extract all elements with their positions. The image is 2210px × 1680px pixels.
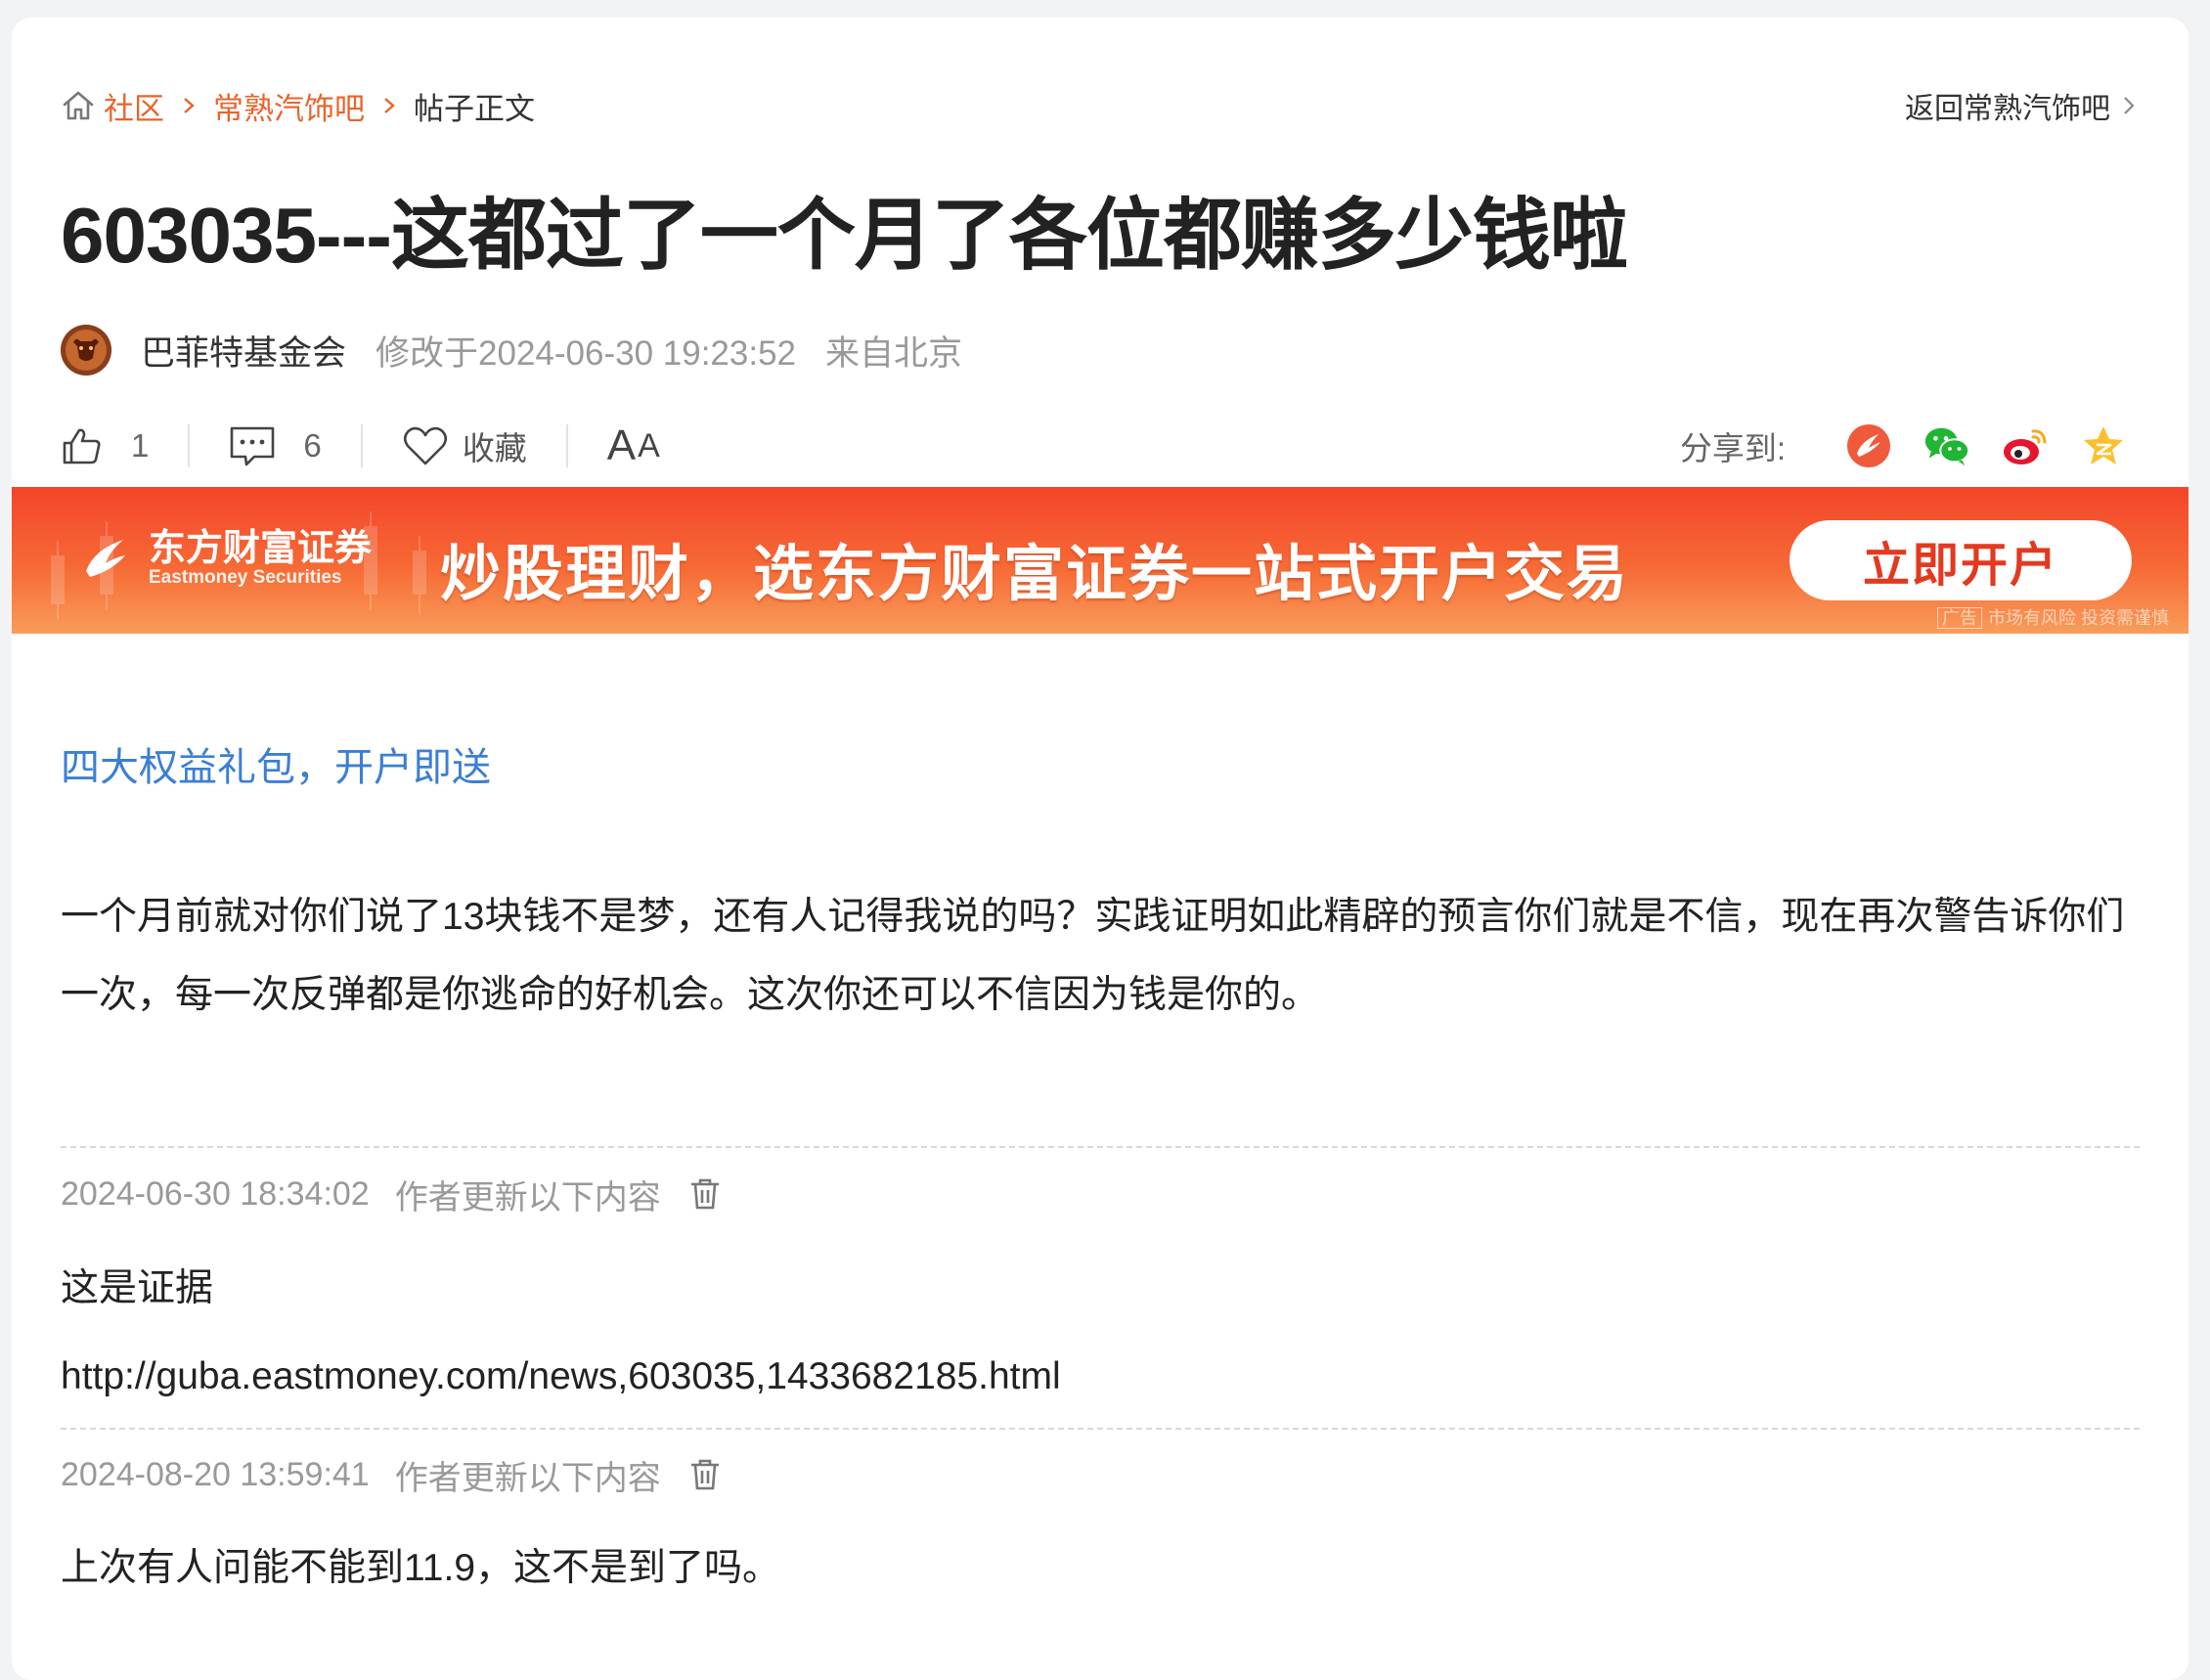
update-header: 2024-06-30 18:34:02 作者更新以下内容	[61, 1170, 722, 1218]
comment-icon	[229, 424, 276, 467]
ad-headline: 炒股理财，选东方财富证券一站式开户交易	[440, 541, 1630, 608]
comment-count: 6	[303, 427, 322, 464]
divider	[188, 424, 191, 467]
back-to-forum-link[interactable]: 返回常熟汽饰吧	[1905, 84, 2138, 127]
author-name[interactable]: 巴菲特基金会	[141, 326, 346, 376]
font-size-small-label: A	[638, 426, 662, 464]
favorite-label: 收藏	[462, 430, 527, 466]
post-meta: 巴菲特基金会 修改于2024-06-30 19:23:52 来自北京	[61, 323, 962, 377]
divider	[61, 1146, 2140, 1148]
promo-link[interactable]: 四大权益礼包，开户即送	[61, 735, 491, 792]
risk-notice-text: 市场有风险 投资需谨慎	[1988, 608, 2169, 628]
divider	[61, 1428, 2140, 1430]
brand-logo: 东方财富证券 Eastmoney Securities	[80, 528, 372, 589]
open-account-button[interactable]: 立即开户	[1790, 520, 2132, 600]
divider	[360, 424, 363, 467]
update-header: 2024-08-20 13:59:41 作者更新以下内容	[61, 1450, 722, 1499]
post-title: 603035---这都过了一个月了各位都赚多少钱啦	[61, 192, 1628, 279]
post-card: 社区 常熟汽饰吧 帖子正文 返回常熟汽饰吧 603035---这都过了一个月了各…	[12, 18, 2188, 1680]
qzone-icon[interactable]	[2079, 421, 2128, 470]
post-body: 一个月前就对你们说了13块钱不是梦，还有人记得我说的吗？实践证明如此精辟的预言你…	[61, 896, 2125, 1016]
like-count: 1	[131, 427, 150, 464]
post-location: 来自北京	[825, 333, 963, 373]
trash-icon[interactable]	[688, 1176, 722, 1212]
breadcrumb-forum[interactable]: 常熟汽饰吧	[213, 84, 365, 128]
wechat-icon[interactable]	[1923, 421, 1971, 470]
update-label: 作者更新以下内容	[394, 1459, 661, 1497]
action-bar: 1 6 收藏 AA	[61, 417, 662, 475]
home-icon[interactable]	[61, 88, 96, 123]
comment-button[interactable]: 6	[229, 424, 322, 467]
breadcrumb: 社区 常熟汽饰吧 帖子正文	[61, 84, 535, 127]
font-size-button[interactable]: AA	[607, 421, 662, 470]
brand-name-cn: 东方财富证券	[149, 525, 373, 569]
chevron-right-icon	[380, 97, 398, 114]
update-text: 上次有人问能不能到11.9，这不是到了吗。	[61, 1547, 781, 1589]
update-label: 作者更新以下内容	[394, 1178, 661, 1216]
favorite-button[interactable]: 收藏	[402, 422, 527, 469]
update-text: 这是证据	[61, 1267, 214, 1309]
weibo-icon[interactable]	[2001, 421, 2050, 470]
trash-icon[interactable]	[688, 1457, 722, 1492]
breadcrumb-community[interactable]: 社区	[104, 84, 164, 128]
breadcrumb-current: 帖子正文	[414, 91, 535, 126]
divider	[565, 424, 568, 467]
risk-notice: 广告 市场有风险 投资需谨慎	[1937, 604, 2169, 630]
update-link[interactable]: http://guba.eastmoney.com/news,603035,14…	[61, 1355, 1061, 1398]
like-button[interactable]: 1	[61, 424, 149, 467]
avatar[interactable]	[61, 325, 111, 376]
share-label: 分享到:	[1679, 430, 1786, 466]
share-bar: 分享到:	[1680, 417, 2128, 475]
chevron-right-icon	[2120, 95, 2138, 116]
update-time: 2024-06-30 18:34:02	[61, 1174, 370, 1213]
back-link-label: 返回常熟汽饰吧	[1905, 93, 2110, 125]
ad-banner[interactable]: 东方财富证券 Eastmoney Securities 炒股理财，选东方财富证券…	[12, 487, 2188, 634]
eastmoney-logo-icon	[86, 540, 125, 577]
font-size-large-label: A	[606, 421, 639, 469]
ad-tag: 广告	[1937, 607, 1982, 629]
modified-time: 修改于2024-06-30 19:23:52	[376, 333, 797, 373]
heart-icon	[402, 424, 449, 467]
update-time: 2024-08-20 13:59:41	[61, 1455, 370, 1493]
eastmoney-icon[interactable]	[1844, 421, 1893, 470]
chevron-right-icon	[180, 97, 198, 114]
thumbs-up-icon	[61, 424, 104, 467]
brand-name-en: Eastmoney Securities	[149, 567, 342, 588]
